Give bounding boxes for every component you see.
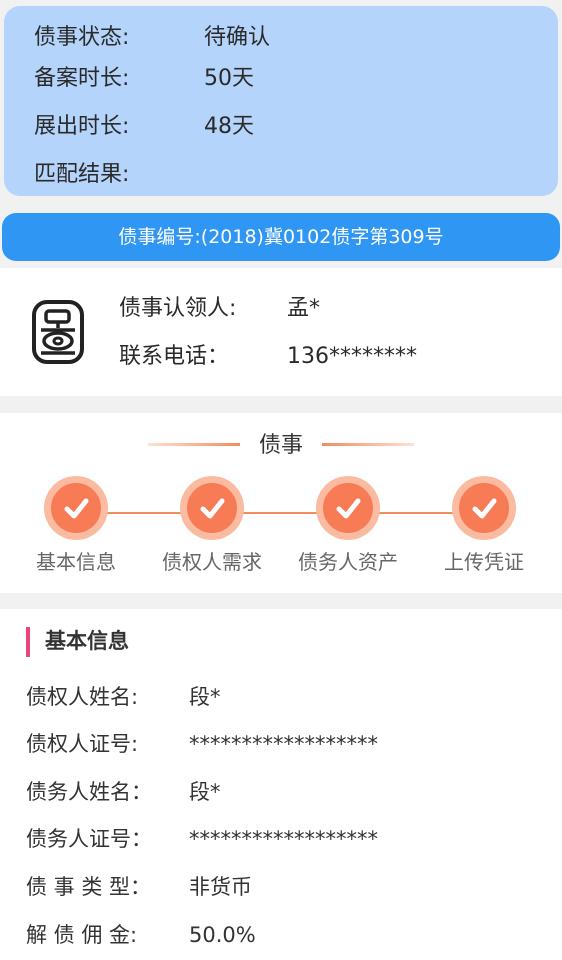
info-row-creditor-id: 债权人证号: ****************** bbox=[26, 729, 378, 759]
info-row-commission: 解 债 佣 金: 50.0% bbox=[26, 920, 256, 950]
claimer-name-label: 债事认领人: bbox=[119, 296, 237, 321]
status-value: 50天 bbox=[204, 66, 254, 91]
claimer-phone-value[interactable]: 136******** bbox=[287, 344, 417, 369]
info-row-debtor-id: 债务人证号： ****************** bbox=[26, 824, 378, 854]
info-value: 段* bbox=[189, 685, 221, 709]
claimer-phone-row: 联系电话： 136******** bbox=[119, 342, 417, 372]
check-icon bbox=[200, 498, 225, 519]
step-label: 上传凭证 bbox=[444, 550, 524, 574]
info-row-debt-type: 债 事 类 型： 非货币 bbox=[26, 872, 252, 902]
info-value: 非货币 bbox=[189, 875, 252, 899]
claimer-card: 债事认领人: 孟* 联系电话： 136******** bbox=[0, 268, 562, 396]
info-value: ****************** bbox=[189, 827, 378, 851]
status-value: 待确认 bbox=[204, 25, 271, 50]
status-label: 展出时长: bbox=[34, 114, 130, 139]
check-icon bbox=[472, 498, 497, 519]
claimer-name-value: 孟* bbox=[287, 296, 321, 321]
info-value: 50.0% bbox=[189, 923, 256, 947]
progress-card: 债事 基本信息 债权人需求 债务人资产 上传凭证 bbox=[0, 413, 562, 593]
info-label: 债务人证号： bbox=[26, 827, 152, 851]
step-done-circle bbox=[44, 476, 108, 540]
check-icon bbox=[64, 498, 89, 519]
info-label: 债权人姓名: bbox=[26, 685, 139, 709]
status-row-match-result: 匹配结果: bbox=[34, 160, 204, 190]
status-label: 匹配结果: bbox=[34, 162, 130, 187]
status-row-display-duration: 展出时长: 48天 bbox=[34, 112, 254, 142]
claimer-phone-label: 联系电话： bbox=[119, 344, 230, 369]
step-done-circle bbox=[452, 476, 516, 540]
info-row-debtor-name: 债务人姓名： 段* bbox=[26, 777, 221, 807]
info-value: ****************** bbox=[189, 732, 378, 756]
info-row-creditor-name: 债权人姓名: 段* bbox=[26, 682, 221, 712]
section-title: 基本信息 bbox=[45, 629, 129, 653]
step-basic-info[interactable]: 基本信息 bbox=[11, 476, 141, 575]
step-upload-proof[interactable]: 上传凭证 bbox=[419, 476, 549, 575]
step-label: 债务人资产 bbox=[298, 550, 398, 574]
claimer-name-row: 债事认领人: 孟* bbox=[119, 294, 320, 324]
progress-title: 债事 bbox=[258, 433, 303, 458]
status-row-state: 债事状态: 待确认 bbox=[34, 23, 270, 53]
info-label: 债权人证号: bbox=[26, 732, 139, 756]
status-row-filing-duration: 备案时长: 50天 bbox=[34, 64, 254, 94]
info-value: 段* bbox=[189, 780, 221, 804]
step-creditor-demand[interactable]: 债权人需求 bbox=[147, 476, 277, 575]
info-label: 债务人姓名： bbox=[26, 780, 152, 804]
status-value: 48天 bbox=[204, 114, 254, 139]
status-label: 备案时长: bbox=[34, 66, 130, 91]
basic-info-card: 基本信息 债权人姓名: 段* 债权人证号: ****************** 债… bbox=[0, 609, 562, 960]
step-label: 债权人需求 bbox=[162, 550, 262, 574]
debt-number-bar: 债事编号:(2018)冀0102债字第309号 bbox=[2, 213, 560, 261]
info-label: 解 债 佣 金: bbox=[26, 923, 138, 947]
check-icon bbox=[336, 498, 361, 519]
claimer-seal-icon bbox=[31, 299, 85, 365]
title-divider-right bbox=[322, 443, 414, 446]
step-debtor-assets[interactable]: 债务人资产 bbox=[283, 476, 413, 575]
step-label: 基本信息 bbox=[36, 550, 116, 574]
step-done-circle bbox=[316, 476, 380, 540]
section-marker bbox=[26, 627, 30, 657]
status-label: 债事状态: bbox=[34, 25, 130, 50]
info-label: 债 事 类 型： bbox=[26, 875, 152, 899]
debt-status-card: 债事状态: 待确认 备案时长: 50天 展出时长: 48天 匹配结果: bbox=[4, 6, 558, 196]
step-done-circle bbox=[180, 476, 244, 540]
